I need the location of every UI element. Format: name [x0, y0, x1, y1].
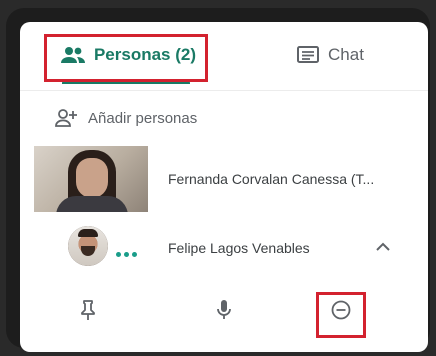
participant-name: Felipe Lagos Venables — [168, 240, 310, 256]
chevron-up-icon[interactable] — [372, 236, 394, 258]
add-people-button[interactable]: Añadir personas — [54, 100, 197, 136]
avatar — [68, 226, 108, 266]
tab-people[interactable]: Personas (2) — [44, 22, 212, 88]
mute-button[interactable] — [204, 292, 244, 332]
tab-chat[interactable]: Chat — [260, 22, 400, 88]
panel-tabs: Personas (2) Chat — [20, 22, 428, 91]
tab-people-label: Personas (2) — [93, 45, 197, 64]
remove-participant-button[interactable] — [321, 292, 361, 332]
active-tab-indicator — [62, 80, 190, 84]
pin-icon — [79, 299, 97, 326]
participant-row[interactable]: Fernanda Corvalan Canessa (T... — [20, 146, 428, 214]
microphone-icon — [215, 298, 233, 327]
people-panel: Personas (2) Chat Añadir personas Fernan… — [20, 22, 428, 352]
participant-name: Fernanda Corvalan Canessa (T... — [168, 171, 375, 187]
chat-icon — [296, 45, 320, 65]
device-frame: Personas (2) Chat Añadir personas Fernan… — [6, 8, 430, 352]
participant-actions — [20, 284, 428, 344]
remove-circle-icon — [330, 299, 352, 326]
add-person-icon — [54, 108, 78, 128]
people-icon — [60, 45, 86, 65]
pin-button[interactable] — [68, 292, 108, 332]
tab-chat-label: Chat — [328, 45, 364, 64]
participant-video-thumbnail — [34, 146, 148, 212]
speaking-indicator — [116, 252, 137, 257]
participant-row[interactable]: Felipe Lagos Venables — [20, 222, 428, 274]
add-people-label: Añadir personas — [88, 109, 198, 127]
